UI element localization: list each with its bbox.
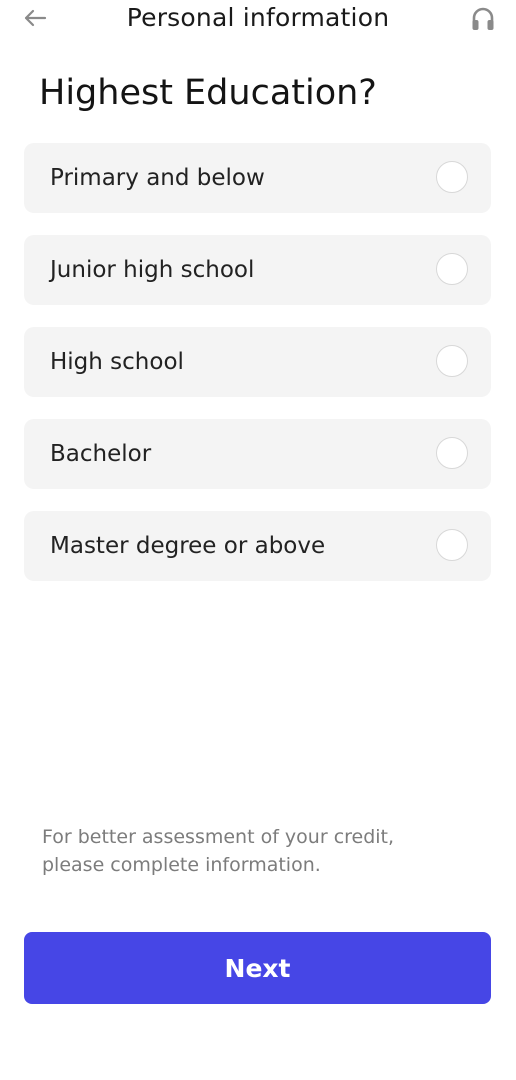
education-options-list: Primary and below Junior high school Hig… bbox=[24, 143, 491, 603]
headset-icon bbox=[472, 7, 494, 30]
info-note: For better assessment of your credit, pl… bbox=[42, 826, 395, 876]
radio-button[interactable] bbox=[436, 253, 468, 285]
option-primary-and-below[interactable]: Primary and below bbox=[24, 143, 491, 213]
option-junior-high-school[interactable]: Junior high school bbox=[24, 235, 491, 305]
option-label: Master degree or above bbox=[50, 533, 326, 559]
radio-button[interactable] bbox=[436, 437, 468, 469]
page-title: Personal information bbox=[126, 3, 390, 32]
question-heading: Highest Education? bbox=[39, 73, 377, 113]
option-master-degree-or-above[interactable]: Master degree or above bbox=[24, 511, 491, 581]
radio-button[interactable] bbox=[436, 161, 468, 193]
radio-button[interactable] bbox=[436, 345, 468, 377]
option-bachelor[interactable]: Bachelor bbox=[24, 419, 491, 489]
radio-button[interactable] bbox=[436, 529, 468, 561]
customer-support-button[interactable] bbox=[468, 4, 498, 34]
option-label: High school bbox=[50, 349, 184, 375]
option-label: Bachelor bbox=[50, 441, 152, 467]
app-header: Personal information bbox=[0, 0, 516, 40]
option-label: Junior high school bbox=[50, 257, 255, 283]
option-high-school[interactable]: High school bbox=[24, 327, 491, 397]
next-button[interactable]: Next bbox=[24, 932, 491, 1004]
option-label: Primary and below bbox=[50, 165, 265, 191]
